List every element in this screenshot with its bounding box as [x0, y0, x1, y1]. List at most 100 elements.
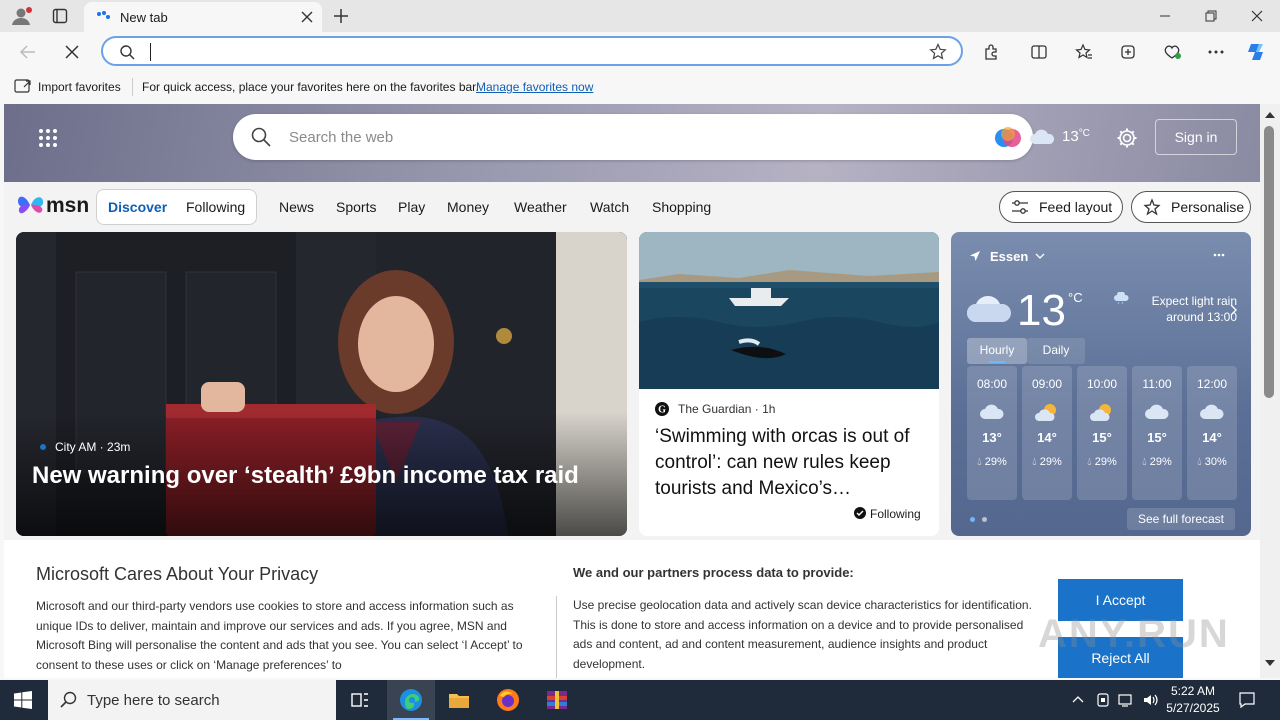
web-search-box[interactable]: Search the web — [233, 114, 1033, 160]
hourly-rain: 💧︎ 30% — [1187, 456, 1237, 469]
taskbar-edge-button[interactable] — [387, 680, 435, 720]
device-icon[interactable] — [1096, 692, 1110, 708]
hourly-time: 12:00 — [1196, 377, 1228, 391]
extensions-icon[interactable] — [979, 40, 1003, 64]
hourly-rain-value: 29% — [984, 456, 1007, 468]
address-bar[interactable] — [101, 36, 963, 66]
sign-in-button[interactable]: Sign in — [1155, 119, 1237, 155]
nav-sports[interactable]: Sports — [336, 199, 376, 215]
winrar-icon[interactable] — [545, 688, 569, 712]
nav-play[interactable]: Play — [398, 199, 425, 215]
cloud-icon — [965, 290, 1013, 324]
personalise-label: Personalise — [1171, 199, 1245, 215]
divider — [132, 78, 133, 96]
hourly-temp: 14° — [1202, 430, 1222, 445]
chevron-right-icon[interactable] — [1229, 304, 1237, 316]
privacy-body: Microsoft and our third-party vendors us… — [36, 599, 523, 672]
new-tab-icon[interactable] — [332, 7, 350, 25]
top-story-headline[interactable]: New warning over ‘stealth’ £9bn income t… — [32, 462, 612, 490]
story-time: 1h — [762, 402, 776, 416]
toolbar — [0, 32, 1280, 72]
copilot-search-icon[interactable] — [994, 124, 1022, 152]
chevron-up-icon[interactable] — [1072, 694, 1084, 704]
clock-date: 5/27/2025 — [1166, 701, 1220, 715]
tab-indicator — [989, 361, 1005, 363]
import-favorites-button[interactable]: Import favorites — [38, 80, 121, 94]
split-screen-icon[interactable] — [1027, 40, 1051, 64]
hourly-column[interactable]: 09:00 14° 💧︎ 29% — [1022, 366, 1072, 500]
nav-watch[interactable]: Watch — [590, 199, 629, 215]
task-view-icon[interactable] — [350, 690, 370, 710]
apps-launcher-icon[interactable] — [38, 128, 58, 148]
location-arrow-icon — [969, 250, 981, 262]
scroll-down-arrow-icon[interactable] — [1265, 660, 1275, 666]
top-story-meta: City AM · 23m — [55, 440, 131, 454]
collections-icon[interactable] — [1116, 40, 1140, 64]
firefox-icon[interactable] — [496, 688, 520, 712]
top-story-card[interactable]: City AM · 23m New warning over ‘stealth’… — [16, 232, 627, 536]
tab-hourly-label: Hourly — [979, 343, 1015, 357]
taskbar-search[interactable]: Type here to search — [48, 680, 336, 720]
story-card[interactable]: G The Guardian · 1h ‘Swimming with orcas… — [639, 232, 939, 536]
profile-icon[interactable] — [10, 6, 34, 26]
header-weather[interactable]: 13°C — [1062, 128, 1090, 145]
notifications-icon[interactable] — [1238, 691, 1256, 709]
settings-gear-icon[interactable] — [1116, 127, 1138, 149]
chevron-down-icon[interactable] — [1035, 252, 1045, 260]
close-tab-icon[interactable] — [300, 10, 314, 24]
tab-hourly[interactable]: Hourly — [967, 338, 1027, 364]
favorites-icon[interactable] — [1072, 40, 1096, 64]
hourly-rain: 💧︎ 29% — [1077, 456, 1127, 469]
manage-favorites-link[interactable]: Manage favorites now — [476, 80, 593, 94]
close-window-button[interactable] — [1234, 0, 1280, 32]
text-cursor — [150, 43, 151, 61]
more-options-icon[interactable] — [1213, 253, 1225, 257]
nav-weather[interactable]: Weather — [514, 199, 567, 215]
nav-shopping[interactable]: Shopping — [652, 199, 711, 215]
favorites-bar: Import favorites For quick access, place… — [0, 72, 1280, 102]
minimize-button[interactable] — [1142, 0, 1188, 32]
windows-start-icon[interactable] — [14, 691, 32, 709]
scroll-up-arrow-icon[interactable] — [1265, 112, 1275, 118]
see-full-forecast-button[interactable]: See full forecast — [1127, 508, 1235, 530]
tab-new-tab[interactable]: New tab — [84, 2, 322, 32]
nav-money[interactable]: Money — [447, 199, 489, 215]
tab-discover[interactable]: Discover — [108, 199, 167, 215]
weather-summary[interactable]: Expect light rain around 13:00 — [1111, 293, 1237, 325]
story-headline[interactable]: ‘Swimming with orcas is out of control’:… — [655, 424, 927, 502]
page-scrollbar[interactable] — [1260, 104, 1280, 678]
msn-butterfly-logo-icon[interactable] — [16, 192, 46, 218]
browser-essentials-icon[interactable] — [1160, 40, 1184, 64]
tab-daily[interactable]: Daily — [1027, 338, 1085, 364]
hourly-time: 10:00 — [1086, 377, 1118, 391]
page-dot-active[interactable] — [970, 517, 975, 522]
weather-card[interactable]: Essen 13 °C Expect light rain around 13:… — [951, 232, 1251, 536]
network-icon[interactable] — [1118, 692, 1136, 708]
favorite-star-icon[interactable] — [929, 43, 947, 61]
taskbar-clock[interactable]: 5:22 AM 5/27/2025 — [1164, 683, 1222, 717]
tab-actions-icon[interactable] — [52, 8, 68, 24]
search-icon — [60, 691, 78, 709]
page-dot[interactable] — [982, 517, 987, 522]
hourly-column[interactable]: 08:00 13° 💧︎ 29% — [967, 366, 1017, 500]
scroll-thumb[interactable] — [1264, 126, 1274, 398]
volume-icon[interactable] — [1142, 692, 1160, 708]
tab-following[interactable]: Following — [186, 199, 245, 215]
weather-location[interactable]: Essen — [990, 249, 1028, 264]
sparkle-star-icon — [1143, 198, 1161, 216]
hourly-column[interactable]: 10:00 15° 💧︎ 29% — [1077, 366, 1127, 500]
personalise-button[interactable]: Personalise — [1131, 191, 1251, 223]
stop-loading-icon[interactable] — [60, 40, 84, 64]
back-icon[interactable] — [16, 40, 40, 64]
nav-news[interactable]: News — [279, 199, 314, 215]
more-options-icon[interactable] — [1204, 40, 1228, 64]
hourly-column[interactable]: 11:00 15° 💧︎ 29% — [1132, 366, 1182, 500]
following-label[interactable]: Following — [870, 507, 921, 521]
file-explorer-icon[interactable] — [447, 688, 471, 712]
copilot-icon[interactable] — [1245, 40, 1269, 64]
hourly-column[interactable]: 12:00 14° 💧︎ 30% — [1187, 366, 1237, 500]
restore-button[interactable] — [1188, 0, 1234, 32]
hourly-temp: 15° — [1147, 430, 1167, 445]
feed-layout-button[interactable]: Feed layout — [999, 191, 1123, 223]
top-story-source: City AM — [55, 440, 97, 454]
